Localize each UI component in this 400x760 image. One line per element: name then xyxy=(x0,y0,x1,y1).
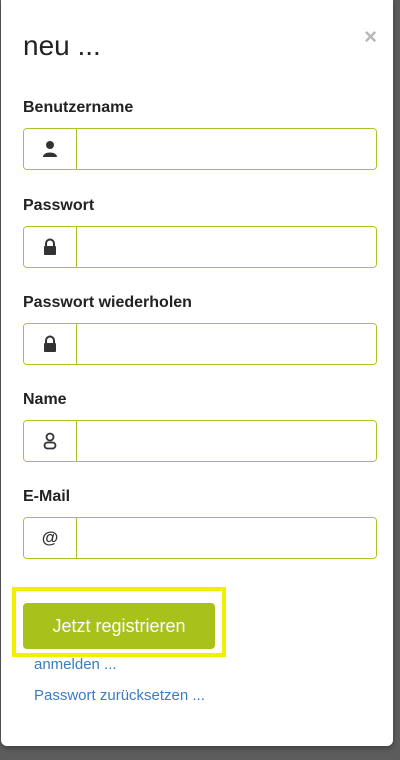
register-button[interactable]: Jetzt registrieren xyxy=(23,603,215,649)
password-repeat-field-group: Passwort wiederholen xyxy=(23,293,377,365)
username-input-group xyxy=(23,128,377,170)
username-label: Benutzername xyxy=(23,99,134,116)
password-input-group xyxy=(23,226,377,268)
password-label: Passwort xyxy=(23,197,95,214)
username-input[interactable] xyxy=(77,129,376,169)
reset-password-link[interactable]: Passwort zurücksetzen ... xyxy=(34,687,205,705)
name-input-group xyxy=(23,420,377,462)
email-input[interactable] xyxy=(77,518,376,558)
name-input[interactable] xyxy=(77,421,376,461)
user-icon xyxy=(24,129,77,169)
name-label: Name xyxy=(23,391,67,408)
password-field-group: Passwort xyxy=(23,196,377,268)
at-glyph: @ xyxy=(41,528,59,547)
email-label: E-Mail xyxy=(23,488,71,505)
dialog-title: neu ... xyxy=(23,30,101,61)
username-field-group: Benutzername xyxy=(23,98,377,170)
lock-icon xyxy=(24,227,77,267)
at-icon: @ xyxy=(24,518,77,558)
email-input-group: @ xyxy=(23,517,377,559)
password-repeat-input[interactable] xyxy=(77,324,376,364)
password-repeat-label: Passwort wiederholen xyxy=(23,294,192,311)
register-dialog: neu ... × Benutzername Passwort Passwort… xyxy=(1,0,393,746)
email-field-group: E-Mail @ xyxy=(23,487,377,559)
close-icon[interactable]: × xyxy=(364,26,377,48)
password-repeat-input-group xyxy=(23,323,377,365)
login-link[interactable]: anmelden ... xyxy=(34,656,117,674)
lock-icon xyxy=(24,324,77,364)
name-field-group: Name xyxy=(23,390,377,462)
person-outline-icon xyxy=(24,421,77,461)
password-input[interactable] xyxy=(77,227,376,267)
